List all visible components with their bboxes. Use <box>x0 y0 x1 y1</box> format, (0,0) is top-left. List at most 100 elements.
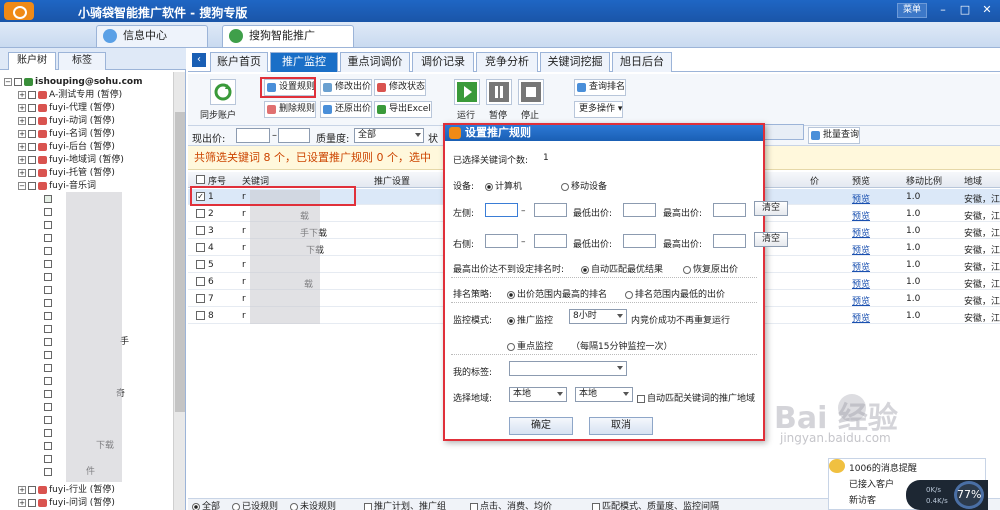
preview-link[interactable]: 预览 <box>852 311 870 324</box>
clear-left-button[interactable]: 清空 <box>754 201 788 216</box>
preview-link[interactable]: 预览 <box>852 294 870 307</box>
tree-child[interactable] <box>44 219 54 231</box>
row-checkbox[interactable] <box>196 294 205 303</box>
speed-widget[interactable]: 0K/s 0.4K/s 77% <box>906 480 988 510</box>
radio-device-pc[interactable]: 计算机 <box>485 179 522 192</box>
radio[interactable] <box>507 342 515 351</box>
preview-link[interactable]: 预览 <box>852 243 870 256</box>
interval-select[interactable]: 8小时 <box>569 309 627 324</box>
tab-info-center[interactable]: 信息中心 <box>96 25 208 47</box>
radio[interactable] <box>625 290 633 299</box>
collapse-icon[interactable]: − <box>18 181 26 190</box>
checkbox[interactable] <box>28 129 36 138</box>
right-min-bid-input[interactable] <box>623 234 656 248</box>
close-button[interactable]: ✕ <box>978 3 996 18</box>
preview-link[interactable]: 预览 <box>852 209 870 222</box>
checkbox[interactable] <box>470 502 478 510</box>
tab-account-home[interactable]: 账户首页 <box>210 52 268 72</box>
checkbox[interactable] <box>28 155 36 164</box>
row-checkbox[interactable] <box>196 209 205 218</box>
right-rank-from-input[interactable] <box>485 234 518 248</box>
expand-icon[interactable]: + <box>18 498 26 507</box>
row-checkbox[interactable] <box>196 243 205 252</box>
radio[interactable] <box>192 502 200 510</box>
preview-link[interactable]: 预览 <box>852 192 870 205</box>
quality-select[interactable]: 全部 <box>354 128 424 143</box>
tree-child[interactable] <box>44 349 54 361</box>
checkbox[interactable] <box>44 350 52 359</box>
tab-keyword-mining[interactable]: 关键词挖掘 <box>540 52 610 72</box>
checkbox[interactable] <box>44 246 52 255</box>
expand-icon[interactable]: + <box>18 142 26 151</box>
checkbox[interactable] <box>28 142 36 151</box>
tree-item[interactable]: + fuyi-行业 (暂停) <box>18 484 115 496</box>
expand-icon[interactable]: + <box>18 485 26 494</box>
radio-all[interactable]: 全部 <box>192 499 220 510</box>
checkbox[interactable] <box>44 402 52 411</box>
checkbox[interactable] <box>44 220 52 229</box>
edit-bid-button[interactable]: 修改出价 <box>320 79 373 96</box>
radio[interactable] <box>561 182 569 191</box>
checkbox[interactable] <box>44 467 52 476</box>
sync-account-button[interactable] <box>210 79 236 105</box>
tree-child[interactable] <box>44 232 54 244</box>
tree-root[interactable]: − ishouping@sohu.com <box>4 76 143 88</box>
checkbox[interactable] <box>44 272 52 281</box>
tag-select[interactable] <box>509 361 627 376</box>
checkbox[interactable] <box>14 77 22 86</box>
region-select-2[interactable]: 本地 <box>575 387 633 402</box>
tree-child[interactable] <box>44 323 54 335</box>
bid-min-input[interactable] <box>236 128 270 143</box>
tree-child[interactable] <box>44 375 54 387</box>
check-plan-group[interactable]: 推广计划、推广组 <box>364 499 446 510</box>
radio-restore-bid[interactable]: 恢复原出价 <box>683 262 738 275</box>
checkbox[interactable] <box>44 337 52 346</box>
tree-child[interactable] <box>44 453 54 465</box>
edit-status-button[interactable]: 修改状态 <box>374 79 427 96</box>
checkbox[interactable] <box>44 194 52 203</box>
checkbox[interactable] <box>44 415 52 424</box>
radio[interactable] <box>485 182 493 191</box>
expand-icon[interactable]: + <box>18 103 26 112</box>
stop-button[interactable] <box>518 79 544 105</box>
checkbox[interactable] <box>44 454 52 463</box>
tab-bid-log[interactable]: 调价记录 <box>412 52 474 72</box>
check-click-cost[interactable]: 点击、消费、均价 <box>470 499 552 510</box>
checkbox[interactable] <box>44 311 52 320</box>
menu-button[interactable]: 菜单 <box>897 3 927 18</box>
tree-child[interactable] <box>44 258 54 270</box>
checkbox[interactable] <box>44 207 52 216</box>
tab-sogou-promo[interactable]: 搜狗智能推广 <box>222 25 354 47</box>
checkbox[interactable] <box>28 116 36 125</box>
row-checkbox[interactable] <box>196 226 205 235</box>
tree-child[interactable] <box>44 271 54 283</box>
checkbox[interactable] <box>44 428 52 437</box>
checkbox[interactable] <box>44 233 52 242</box>
checkbox[interactable] <box>637 394 645 403</box>
checkbox[interactable] <box>28 485 36 494</box>
tree-child[interactable] <box>44 193 54 205</box>
check-match-quality[interactable]: 匹配模式、质量度、监控间隔 <box>592 499 719 510</box>
more-ops-button[interactable]: 更多操作 ▾ <box>574 101 624 118</box>
expand-icon[interactable]: + <box>18 155 26 164</box>
radio[interactable] <box>290 502 298 510</box>
left-min-bid-input[interactable] <box>623 203 656 217</box>
tree-child[interactable] <box>44 310 54 322</box>
maximize-button[interactable]: □ <box>956 3 974 18</box>
radio-monitor-promo[interactable]: 推广监控 <box>507 313 553 326</box>
left-rank-to-input[interactable] <box>534 203 567 217</box>
cancel-button[interactable]: 取消 <box>589 417 653 435</box>
checkbox[interactable] <box>28 90 36 99</box>
collapse-icon[interactable]: − <box>4 77 12 86</box>
checkbox[interactable] <box>44 285 52 294</box>
radio[interactable] <box>683 265 691 274</box>
tree-item[interactable]: + A-测试专用 (暂停) <box>18 89 122 101</box>
tree-child[interactable] <box>44 297 54 309</box>
radio-unset-rule[interactable]: 未设规则 <box>290 499 336 510</box>
checkbox[interactable] <box>44 363 52 372</box>
delete-rule-button[interactable]: 删除规则 <box>264 101 317 118</box>
query-rank-button[interactable]: 查询排名 <box>574 79 627 96</box>
checkbox[interactable] <box>28 103 36 112</box>
clear-right-button[interactable]: 清空 <box>754 232 788 247</box>
tree-child[interactable] <box>44 362 54 374</box>
